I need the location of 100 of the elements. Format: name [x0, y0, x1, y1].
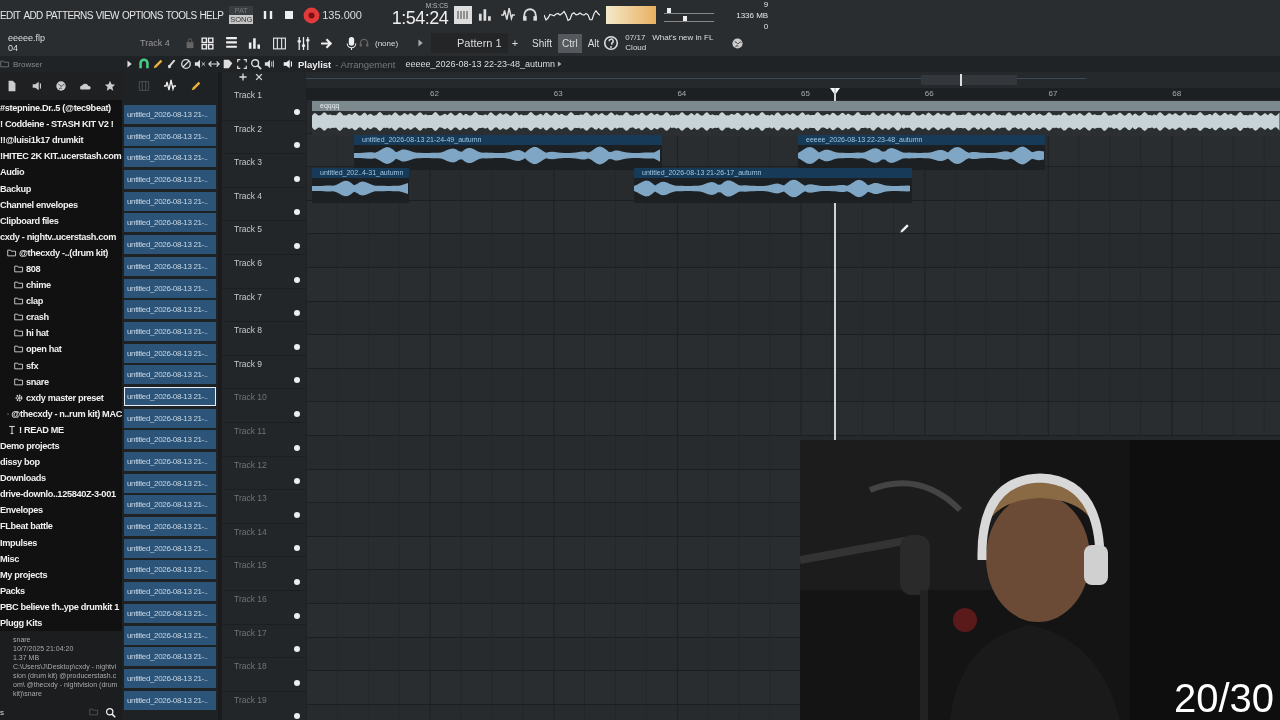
channel-button[interactable]: untitled_2026-08-13 21-..: [124, 256, 216, 276]
track-name[interactable]: Track 4: [234, 190, 263, 201]
list-icon[interactable]: [224, 35, 239, 51]
menu-item[interactable]: VIEW: [95, 9, 119, 21]
star-icon[interactable]: [103, 80, 116, 92]
channel-button[interactable]: untitled_2026-08-13 21-..: [124, 582, 216, 602]
close-icon[interactable]: [254, 72, 264, 82]
track-led-icon[interactable]: [294, 242, 300, 249]
speaker-icon[interactable]: [264, 58, 276, 70]
zoom-icon[interactable]: [250, 58, 262, 70]
browser-item[interactable]: @thecxdy -..(drum kit): [19, 247, 109, 258]
browser-item[interactable]: Demo projects: [0, 441, 60, 451]
track-led-icon[interactable]: [294, 276, 300, 283]
track-led-icon[interactable]: [294, 578, 300, 585]
delete-icon[interactable]: [180, 58, 192, 70]
track-led-icon[interactable]: [294, 612, 300, 619]
track-led-icon[interactable]: [294, 142, 300, 149]
typing-keyboard-icon[interactable]: [454, 6, 473, 24]
browser-item[interactable]: 808: [26, 264, 41, 274]
select-icon[interactable]: [236, 58, 248, 70]
track-name[interactable]: Track 8: [234, 325, 263, 336]
browser-item[interactable]: Impulses: [0, 537, 38, 548]
track-led-icon[interactable]: [294, 108, 300, 115]
track-led-icon[interactable]: [294, 478, 300, 485]
channel-rack-icon[interactable]: [200, 35, 215, 51]
magnet-icon[interactable]: [138, 58, 150, 70]
browser-item[interactable]: ! READ ME: [19, 424, 64, 435]
track-name[interactable]: Track 9: [234, 358, 263, 369]
track-name[interactable]: Track 7: [234, 291, 263, 302]
slip-icon[interactable]: [208, 58, 220, 70]
globe-icon[interactable]: [54, 80, 67, 92]
browser-item[interactable]: Misc: [0, 553, 20, 564]
track-led-icon[interactable]: [294, 511, 300, 518]
channel-button[interactable]: untitled_2026-08-13 21-..: [124, 560, 216, 580]
browser-item[interactable]: Clipboard files: [0, 215, 59, 226]
browser-icon[interactable]: [0, 59, 10, 69]
speaker-icon[interactable]: [30, 80, 43, 92]
channel-button[interactable]: untitled_2026-08-13 21-..: [124, 690, 216, 710]
track-led-icon[interactable]: [294, 646, 300, 653]
channel-button[interactable]: untitled_2026-08-13 21-..: [124, 603, 216, 623]
track-led-icon[interactable]: [294, 209, 300, 216]
channel-button[interactable]: untitled_2026-08-13 21-..: [124, 538, 216, 558]
track-name[interactable]: Track 2: [234, 123, 263, 134]
track-led-icon[interactable]: [294, 175, 300, 182]
channel-button[interactable]: untitled_2026-08-13 21-..: [124, 213, 216, 233]
browser-item[interactable]: cxdy - nightv..ucerstash.com: [0, 231, 117, 242]
pencil-icon[interactable]: [189, 80, 202, 92]
news-title[interactable]: What's new in FL: [652, 33, 714, 43]
headphones-icon[interactable]: [359, 38, 369, 48]
track-led-icon[interactable]: [294, 444, 300, 451]
channel-button[interactable]: untitled_2026-08-13 21-..: [124, 365, 216, 385]
browser-item[interactable]: clap: [26, 296, 43, 307]
browser-item[interactable]: drive-downlo..125840Z-3-001: [0, 489, 116, 500]
browser-item[interactable]: PBC believe th..ype drumkit 1: [0, 601, 120, 612]
brush-icon[interactable]: [166, 58, 178, 70]
channel-button[interactable]: untitled_2026-08-13 21-..: [124, 408, 216, 428]
metronome-icon[interactable]: [522, 7, 539, 23]
browser-item[interactable]: Backup: [0, 183, 32, 194]
channel-button[interactable]: untitled_2026-08-13 21-..: [124, 495, 216, 515]
track-led-icon[interactable]: [294, 310, 300, 317]
channel-button[interactable]: untitled_2026-08-13 21-..: [124, 517, 216, 537]
track-led-icon[interactable]: [294, 679, 300, 686]
tempo-display[interactable]: 135.000: [322, 9, 375, 21]
lock-icon[interactable]: [184, 37, 196, 49]
channel-button[interactable]: untitled_2026-08-13 21-..: [124, 126, 216, 146]
browser-item[interactable]: !HITEC 2K KIT..ucerstash.com: [0, 151, 122, 162]
channel-button[interactable]: untitled_2026-08-13 21-..: [124, 343, 216, 363]
add-pattern-button[interactable]: +: [511, 37, 519, 49]
slider-track[interactable]: [664, 16, 715, 22]
menu-item[interactable]: TOOLS: [165, 9, 197, 21]
browser-item[interactable]: #stepnine.Dr..5 (@tec9beat): [0, 103, 111, 114]
track-name[interactable]: Track 5: [234, 224, 263, 235]
menu-item[interactable]: EDIT: [0, 9, 21, 21]
browser-item[interactable]: sfx: [26, 360, 39, 371]
piano-roll-icon[interactable]: [272, 35, 287, 51]
browser-item[interactable]: dissy bop: [0, 457, 40, 468]
browser-item[interactable]: open hat: [26, 344, 62, 355]
channel-button[interactable]: untitled_2026-08-13 21-..: [124, 473, 216, 493]
browser-item[interactable]: Channel envelopes: [0, 199, 78, 210]
current-clip-name[interactable]: eeeee_2026-08-13 22-23-48_autumn: [405, 59, 556, 69]
channel-button[interactable]: untitled_2026-08-13 21-..: [124, 386, 216, 406]
add-icon[interactable]: [238, 72, 248, 82]
mixer-icon[interactable]: [296, 35, 311, 51]
channel-button[interactable]: untitled_2026-08-13 21-..: [124, 235, 216, 255]
track-led-icon[interactable]: [294, 377, 300, 384]
browser-item[interactable]: hi hat: [26, 328, 49, 339]
channel-selector[interactable]: (none): [375, 38, 415, 48]
menu-item[interactable]: PATTERNS: [45, 9, 93, 21]
help-icon[interactable]: [603, 35, 620, 51]
browser-item[interactable]: Envelopes: [0, 505, 43, 516]
search-icon[interactable]: [105, 707, 116, 718]
step-icon[interactable]: [248, 35, 263, 51]
browser-item[interactable]: !!@luisi1k17 drumkit: [0, 135, 84, 146]
browser-item[interactable]: Packs: [0, 585, 25, 596]
track-name[interactable]: Track 1: [234, 90, 263, 100]
browser-item[interactable]: snare: [26, 376, 49, 387]
mute-icon[interactable]: [194, 58, 206, 70]
modifier-key[interactable]: Shift: [528, 33, 557, 53]
pattern-selector[interactable]: Pattern 1: [431, 33, 508, 53]
track-name[interactable]: Track 3: [234, 157, 263, 168]
